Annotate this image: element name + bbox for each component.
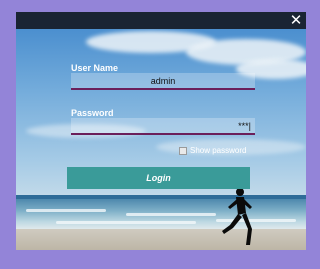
show-password-toggle[interactable]: Show password — [179, 146, 246, 155]
wave — [26, 209, 106, 212]
password-label: Password — [71, 108, 114, 118]
sea — [16, 199, 306, 229]
login-button-label: Login — [146, 173, 171, 183]
password-input[interactable] — [71, 118, 255, 135]
login-window: ✕ User Name Password Show password — [16, 12, 306, 250]
title-bar: ✕ — [16, 12, 306, 29]
login-button[interactable]: Login — [67, 167, 250, 189]
sand — [16, 229, 306, 250]
show-password-checkbox[interactable] — [179, 146, 187, 155]
wave — [56, 221, 196, 224]
beach-background — [16, 29, 306, 250]
wave — [126, 213, 216, 216]
username-label: User Name — [71, 63, 119, 73]
close-icon[interactable]: ✕ — [288, 12, 304, 29]
username-input[interactable] — [71, 73, 255, 90]
show-password-label: Show password — [190, 146, 247, 155]
runner-silhouette — [222, 188, 252, 245]
